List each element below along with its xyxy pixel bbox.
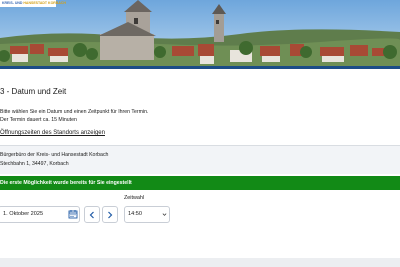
previous-day-button[interactable] bbox=[84, 206, 100, 223]
header-divider bbox=[0, 66, 400, 69]
intro-text-1: Bitte wählen Sie ein Datum und einen Zei… bbox=[0, 109, 149, 115]
logo-backdrop: KREIS- UND HANSESTADT KORBACH bbox=[0, 0, 66, 7]
city-logo[interactable]: KREIS- UND HANSESTADT KORBACH bbox=[2, 0, 66, 7]
location-name: Bürgerbüro der Kreis- und Hansestadt Kor… bbox=[0, 152, 109, 158]
chevron-down-icon bbox=[162, 213, 167, 216]
chevron-right-icon bbox=[108, 211, 113, 218]
town-skyline-image bbox=[0, 0, 400, 66]
logo-line1: KREIS- UND bbox=[2, 1, 23, 5]
next-day-button[interactable] bbox=[102, 206, 118, 223]
calendar-icon[interactable] bbox=[68, 209, 78, 219]
location-address: Stechbahn 1, 34497, Korbach bbox=[0, 161, 69, 167]
logo-line2: HANSESTADT KORBACH bbox=[23, 1, 66, 5]
opening-hours-link[interactable]: Öffnungszeiten des Standorts anzeigen bbox=[0, 130, 105, 136]
chevron-left-icon bbox=[89, 211, 94, 218]
content-spacer bbox=[0, 237, 400, 258]
info-alert: Die erste Möglichkeit wurde bereits für … bbox=[0, 176, 400, 190]
time-label: Zeitwahl bbox=[124, 195, 145, 201]
intro-text-2: Der Termin dauert ca. 15 Minuten bbox=[0, 117, 77, 123]
step-panel: 3 - Datum und Zeit Bitte wählen Sie ein … bbox=[0, 75, 400, 237]
header-banner-image: KREIS- UND HANSESTADT KORBACH bbox=[0, 0, 400, 66]
step-title: 3 - Datum und Zeit bbox=[0, 87, 67, 96]
footer-band bbox=[0, 258, 400, 267]
location-box: Bürgerbüro der Kreis- und Hansestadt Kor… bbox=[0, 146, 400, 174]
